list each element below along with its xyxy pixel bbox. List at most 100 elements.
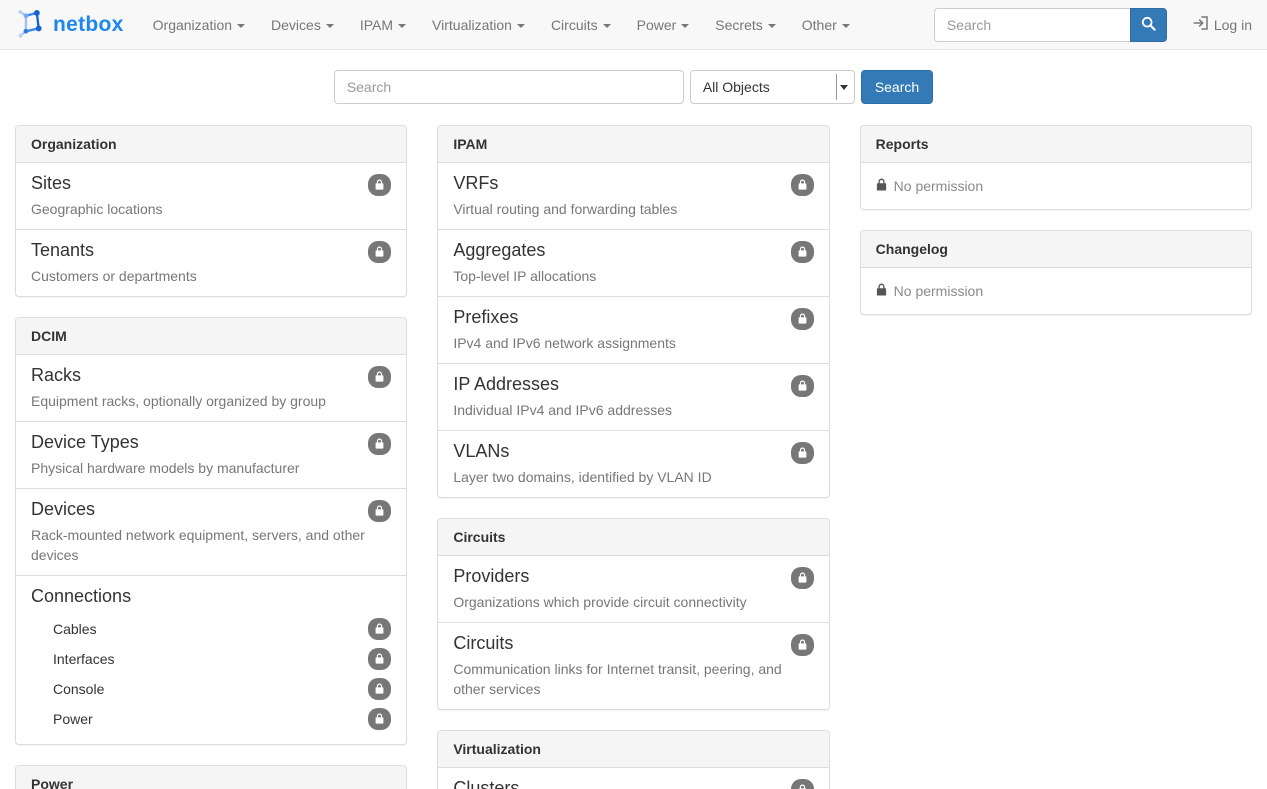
panel-title: Organization bbox=[31, 136, 117, 152]
chevron-down-icon bbox=[603, 24, 611, 28]
select-dropdown-zone bbox=[836, 74, 851, 100]
panel-title: Reports bbox=[876, 136, 929, 152]
item-title[interactable]: VRFs bbox=[453, 173, 498, 194]
sub-item-label[interactable]: Cables bbox=[53, 621, 97, 637]
search-input[interactable] bbox=[334, 70, 684, 104]
panel-title: Changelog bbox=[876, 241, 948, 257]
item-title[interactable]: Providers bbox=[453, 566, 529, 587]
item-title[interactable]: VLANs bbox=[453, 441, 509, 462]
nav-item-label: Devices bbox=[271, 15, 321, 35]
sub-item-label[interactable]: Interfaces bbox=[53, 651, 114, 667]
chevron-down-icon bbox=[840, 85, 848, 90]
panel-item: PrefixesIPv4 and IPv6 network assignment… bbox=[438, 296, 828, 363]
panel-item: IP AddressesIndividual IPv4 and IPv6 add… bbox=[438, 363, 828, 430]
lock-badge bbox=[791, 442, 814, 464]
sub-item-row: Power bbox=[31, 704, 391, 734]
item-title[interactable]: Tenants bbox=[31, 240, 94, 261]
sub-item-label[interactable]: Console bbox=[53, 681, 104, 697]
item-head: Devices bbox=[31, 499, 391, 525]
panel-item: Racks Equipment racks, optionally organiz… bbox=[16, 355, 406, 421]
nav-item-organization[interactable]: Organization bbox=[140, 0, 258, 50]
item-description: Equipment racks, optionally organized by… bbox=[31, 391, 391, 411]
panel: IPAMVRFsVirtual routing and forwarding t… bbox=[437, 125, 829, 498]
lock-icon bbox=[798, 782, 807, 789]
column-middle: IPAMVRFsVirtual routing and forwarding t… bbox=[422, 125, 844, 789]
nav-item-label: Secrets bbox=[715, 15, 762, 35]
lock-badge bbox=[791, 375, 814, 397]
chevron-down-icon bbox=[326, 24, 334, 28]
netbox-graph-icon bbox=[15, 7, 46, 42]
item-title[interactable]: Connections bbox=[31, 586, 131, 607]
top-navbar: netbox Organization Devices IPAM Virtualiza… bbox=[0, 0, 1267, 50]
navbar-search-input[interactable] bbox=[934, 8, 1130, 42]
no-permission-note: No permission bbox=[861, 163, 1251, 209]
item-title[interactable]: IP Addresses bbox=[453, 374, 559, 395]
item-title[interactable]: Device Types bbox=[31, 432, 139, 453]
object-type-select[interactable]: All Objects bbox=[690, 70, 855, 104]
lock-badge bbox=[368, 241, 391, 263]
nav-item-power[interactable]: Power bbox=[624, 0, 703, 50]
brand-name: netbox bbox=[53, 13, 124, 37]
nav-item-ipam[interactable]: IPAM bbox=[347, 0, 419, 50]
item-head: Device Types bbox=[31, 432, 391, 458]
lock-badge bbox=[368, 366, 391, 388]
lock-icon bbox=[798, 177, 807, 193]
item-head: Connections bbox=[31, 586, 391, 612]
panel: DCIMRacksEquipment racks, optionally org… bbox=[15, 317, 407, 745]
lock-icon bbox=[375, 621, 384, 637]
panel-item: Clusters bbox=[438, 768, 828, 789]
lock-badge bbox=[791, 308, 814, 330]
item-title[interactable]: Circuits bbox=[453, 633, 513, 654]
nav-item-virtualization[interactable]: Virtualization bbox=[419, 0, 538, 50]
item-head: IP Addresses bbox=[453, 374, 813, 400]
item-description: Organizations which provide circuit conn… bbox=[453, 592, 813, 612]
lock-badge bbox=[791, 634, 814, 656]
sub-item-row: Interfaces bbox=[31, 644, 391, 674]
nav-item-label: Circuits bbox=[551, 15, 598, 35]
panel-header: IPAM bbox=[438, 126, 828, 163]
item-description: Rack-mounted network equipment, servers,… bbox=[31, 525, 391, 566]
lock-icon bbox=[375, 681, 384, 697]
item-title[interactable]: Aggregates bbox=[453, 240, 545, 261]
item-description: Customers or departments bbox=[31, 266, 391, 286]
item-title[interactable]: Devices bbox=[31, 499, 95, 520]
lock-badge bbox=[791, 567, 814, 589]
chevron-down-icon bbox=[768, 24, 776, 28]
nav-item-secrets[interactable]: Secrets bbox=[702, 0, 788, 50]
nav-item-other[interactable]: Other bbox=[789, 0, 863, 50]
panel: Virtualization Clusters bbox=[437, 730, 829, 789]
panel-item: CircuitsCommunication links for Internet… bbox=[438, 622, 828, 709]
navbar-search-button[interactable] bbox=[1130, 8, 1167, 42]
lock-badge bbox=[368, 618, 391, 640]
item-title[interactable]: Sites bbox=[31, 173, 71, 194]
item-head: VLANs bbox=[453, 441, 813, 467]
search-icon bbox=[1141, 16, 1156, 34]
column-right: Reports No permission ChangelogNo permissi… bbox=[845, 125, 1267, 789]
sub-item-label[interactable]: Power bbox=[53, 711, 93, 727]
panel-header: Changelog bbox=[861, 231, 1251, 268]
lock-badge bbox=[368, 678, 391, 700]
navbar-search-form bbox=[934, 8, 1167, 42]
lock-icon bbox=[375, 436, 384, 452]
search-submit-button[interactable]: Search bbox=[861, 70, 933, 104]
panel-title: Circuits bbox=[453, 529, 505, 545]
item-title[interactable]: Clusters bbox=[453, 778, 519, 789]
netbox-brand-link[interactable]: netbox bbox=[15, 7, 124, 42]
item-title[interactable]: Racks bbox=[31, 365, 81, 386]
object-type-selected-value: All Objects bbox=[703, 79, 770, 95]
item-title[interactable]: Prefixes bbox=[453, 307, 518, 328]
nav-item-circuits[interactable]: Circuits bbox=[538, 0, 624, 50]
panel-header: Organization bbox=[16, 126, 406, 163]
chevron-down-icon bbox=[517, 24, 525, 28]
panel: Reports No permission bbox=[860, 125, 1252, 210]
login-link[interactable]: Log in bbox=[1193, 16, 1252, 33]
panel-item: Device TypesPhysical hardware models by … bbox=[16, 421, 406, 488]
nav-item-label: IPAM bbox=[360, 15, 393, 35]
panel: ChangelogNo permission bbox=[860, 230, 1252, 315]
lock-icon bbox=[798, 570, 807, 586]
panel-title: Virtualization bbox=[453, 741, 541, 757]
lock-icon bbox=[798, 311, 807, 327]
panel: Circuits Providers Organizations which pro… bbox=[437, 518, 829, 710]
panel-header: Power bbox=[16, 766, 406, 789]
nav-item-devices[interactable]: Devices bbox=[258, 0, 347, 50]
